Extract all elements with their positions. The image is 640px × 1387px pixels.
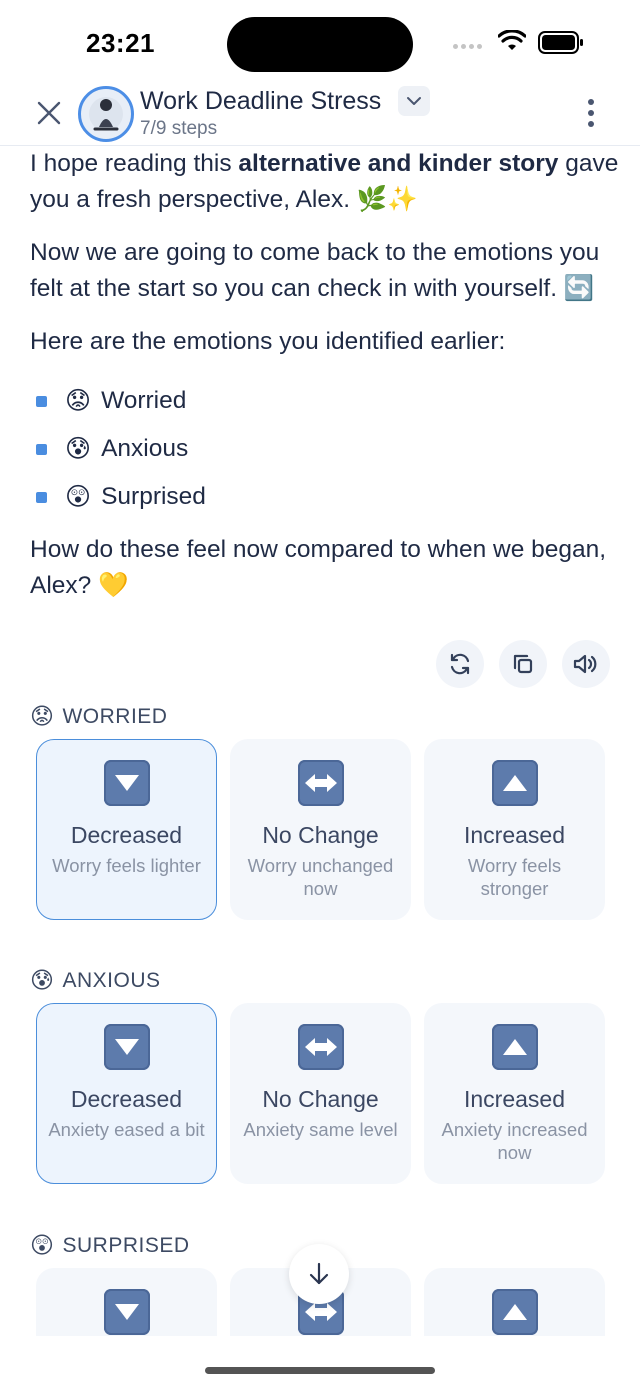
message-paragraph: Here are the emotions you identified ear…	[30, 328, 506, 355]
person-meditation-icon	[93, 99, 119, 131]
refresh-icon	[450, 653, 470, 675]
step-progress: 7/9 steps	[140, 118, 218, 139]
worried-emoji-icon: 😟	[30, 703, 55, 729]
status-bar: 23:21	[0, 0, 640, 86]
regenerate-button[interactable]	[436, 640, 484, 688]
option-decreased[interactable]	[36, 1268, 217, 1336]
bullet-icon	[36, 395, 47, 407]
scroll-to-bottom-button[interactable]	[289, 1244, 349, 1304]
wifi-icon	[498, 30, 526, 50]
down-arrow-icon	[103, 1289, 150, 1335]
emphasis-text: alternative and kinder story	[238, 150, 559, 177]
copy-button[interactable]	[499, 640, 547, 688]
more-dots-icon	[588, 99, 594, 105]
cellular-signal-icon	[453, 44, 482, 49]
option-no-change[interactable]: No Change Worry unchanged now	[230, 739, 411, 920]
copy-icon	[513, 654, 533, 674]
worried-emoji-icon: 😟	[65, 387, 92, 415]
option-increased[interactable]	[424, 1268, 605, 1336]
up-arrow-icon	[491, 760, 538, 806]
left-right-arrow-icon	[297, 760, 344, 806]
surprised-emoji-icon: 😲	[30, 1232, 55, 1258]
close-button[interactable]	[33, 97, 65, 129]
bullet-icon	[36, 491, 47, 503]
topic-avatar	[78, 86, 134, 142]
page-title: Work Deadline Stress	[140, 87, 382, 115]
status-time: 23:21	[86, 28, 155, 58]
section-label-anxious: 😰 ANXIOUS	[30, 967, 161, 993]
message-actions	[436, 640, 610, 688]
list-item: 😟 Worried	[30, 377, 620, 425]
down-arrow-icon	[103, 1024, 150, 1070]
option-decreased[interactable]: Decreased Worry feels lighter	[36, 739, 217, 920]
option-decreased[interactable]: Decreased Anxiety eased a bit	[36, 1003, 217, 1184]
anxious-emoji-icon: 😰	[65, 435, 92, 463]
up-arrow-icon	[491, 1289, 538, 1335]
section-label-surprised: 😲 SURPRISED	[30, 1232, 190, 1258]
section-label-worried: 😟 WORRIED	[30, 703, 168, 729]
option-no-change[interactable]: No Change Anxiety same level	[230, 1003, 411, 1184]
home-indicator[interactable]	[205, 1367, 435, 1374]
assistant-message: I hope reading this alternative and kind…	[30, 146, 620, 621]
message-paragraph: Now we are going to come back to the emo…	[30, 239, 600, 302]
dynamic-island	[227, 17, 413, 72]
conversation-header: Work Deadline Stress 7/9 steps	[0, 86, 640, 146]
more-options-button[interactable]	[578, 96, 604, 130]
up-arrow-icon	[491, 1024, 538, 1070]
list-item: 😲 Surprised	[30, 473, 620, 521]
anxious-emoji-icon: 😰	[30, 967, 55, 993]
bullet-icon	[36, 443, 47, 455]
message-paragraph: How do these feel now compared to when w…	[30, 536, 607, 599]
emotion-list: 😟 Worried 😰 Anxious 😲 Surprised	[30, 377, 620, 521]
left-right-arrow-icon	[297, 1024, 344, 1070]
anxious-options: Decreased Anxiety eased a bit No Change …	[36, 1003, 605, 1184]
read-aloud-button[interactable]	[562, 640, 610, 688]
message-paragraph: I hope reading this alternative and kind…	[30, 150, 619, 213]
option-increased[interactable]: Increased Anxiety increased now	[424, 1003, 605, 1184]
down-arrow-icon	[103, 760, 150, 806]
list-item: 😰 Anxious	[30, 425, 620, 473]
title-dropdown-button[interactable]	[398, 86, 430, 116]
speaker-icon	[573, 654, 597, 674]
worried-options: Decreased Worry feels lighter No Change …	[36, 739, 605, 920]
arrow-down-icon	[309, 1262, 329, 1285]
close-icon	[37, 101, 61, 125]
option-increased[interactable]: Increased Worry feels stronger	[424, 739, 605, 920]
chevron-down-icon	[407, 97, 421, 105]
battery-icon	[538, 31, 583, 54]
surprised-emoji-icon: 😲	[65, 483, 92, 511]
